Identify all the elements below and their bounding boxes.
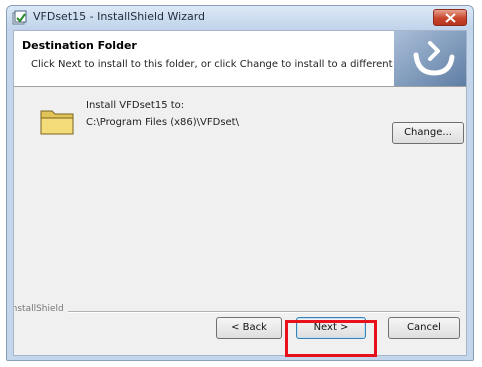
wizard-header: Destination Folder Click Next to install… bbox=[14, 31, 466, 87]
install-path: C:\Program Files (x86)\VFDset\ bbox=[86, 117, 239, 128]
window-title: VFDset15 - InstallShield Wizard bbox=[33, 10, 206, 23]
wizard-content: Destination Folder Click Next to install… bbox=[13, 30, 467, 356]
close-button[interactable] bbox=[433, 9, 467, 26]
footer-divider bbox=[58, 311, 460, 313]
page-subtitle: Click Next to install to this folder, or… bbox=[31, 59, 428, 70]
cancel-button[interactable]: Cancel bbox=[388, 317, 460, 339]
folder-icon bbox=[40, 110, 74, 135]
installer-window: VFDset15 - InstallShield Wizard Destinat… bbox=[6, 5, 474, 361]
installshield-brand: InstallShield bbox=[14, 304, 68, 314]
change-button[interactable]: Change... bbox=[392, 122, 464, 144]
installshield-logo-icon bbox=[394, 31, 466, 86]
next-button-highlight bbox=[285, 320, 377, 357]
page-title: Destination Folder bbox=[22, 39, 137, 52]
close-icon bbox=[445, 13, 456, 23]
installer-app-icon bbox=[12, 10, 27, 25]
install-to-label: Install VFDset15 to: bbox=[86, 100, 185, 111]
title-bar[interactable]: VFDset15 - InstallShield Wizard bbox=[7, 6, 473, 30]
back-button[interactable]: < Back bbox=[216, 317, 282, 339]
